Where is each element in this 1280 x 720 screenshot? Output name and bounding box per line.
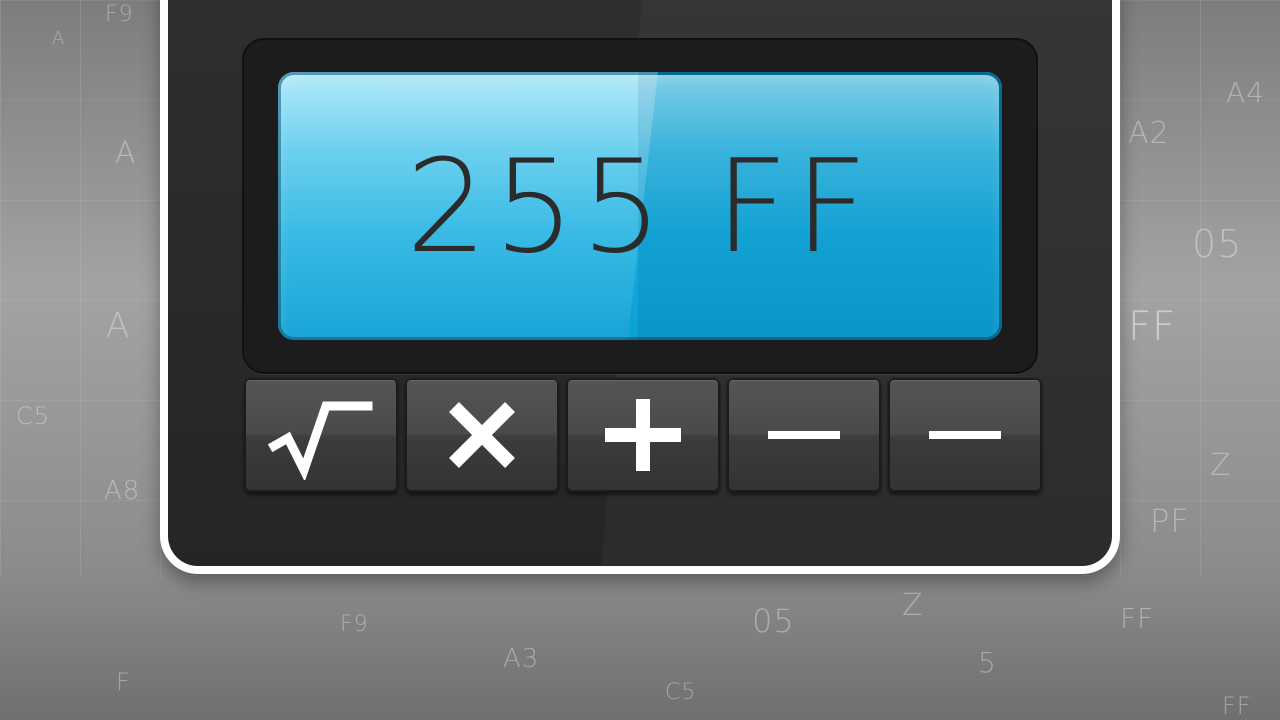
bg-glyph: A <box>106 306 131 346</box>
minus-button[interactable] <box>888 378 1042 492</box>
bg-glyph: FF <box>1120 602 1155 635</box>
keypad <box>244 378 1044 496</box>
minus-button[interactable] <box>727 378 881 492</box>
bg-glyph: 05 <box>752 602 795 640</box>
square-root-icon <box>267 401 373 480</box>
calculator-body: 255 FF <box>168 0 1112 566</box>
bg-glyph: Z <box>902 588 924 623</box>
bg-glyph: FF <box>1222 692 1252 720</box>
bg-glyph: C5 <box>665 680 697 705</box>
display-readout: 255 FF <box>405 133 875 282</box>
bg-glyph: PF <box>1150 502 1190 540</box>
bg-glyph: A8 <box>104 476 141 506</box>
bg-glyph: A <box>115 136 137 171</box>
background-lower-band <box>0 578 1280 720</box>
multiply-icon <box>449 402 515 468</box>
minus-icon <box>768 431 840 439</box>
bg-glyph: 05 <box>1192 222 1243 266</box>
bg-glyph: C5 <box>16 402 51 430</box>
calculator-device: 255 FF <box>160 0 1120 574</box>
bg-glyph: F9 <box>340 612 369 637</box>
square-root-button[interactable] <box>244 378 398 492</box>
bg-glyph: A3 <box>503 644 540 674</box>
bg-glyph: Z <box>1210 448 1232 483</box>
minus-icon <box>929 431 1001 439</box>
bg-glyph: F <box>116 668 131 696</box>
multiply-button[interactable] <box>405 378 559 492</box>
plus-button[interactable] <box>566 378 720 492</box>
bg-glyph: A4 <box>1226 76 1265 109</box>
lcd-display: 255 FF <box>278 72 1002 340</box>
bg-glyph: A2 <box>1128 116 1170 151</box>
bg-glyph: 5 <box>978 646 997 679</box>
display-bezel: 255 FF <box>242 38 1038 374</box>
bg-glyph: FF <box>1128 304 1177 350</box>
bg-glyph: A <box>52 28 66 49</box>
bg-glyph: F9 <box>105 2 134 27</box>
plus-icon <box>605 399 681 471</box>
